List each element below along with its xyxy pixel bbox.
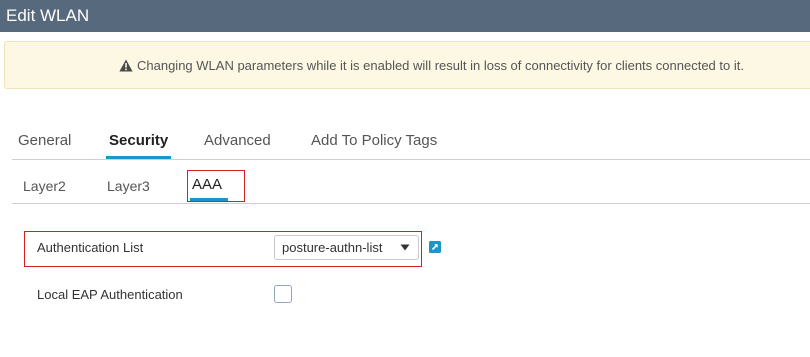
subtab-layer2[interactable]: Layer2 — [23, 178, 66, 194]
warning-triangle-icon — [119, 59, 133, 72]
tabs-divider — [12, 159, 810, 160]
tab-add-to-policy-tags[interactable]: Add To Policy Tags — [311, 132, 437, 150]
warning-banner: Changing WLAN parameters while it is ena… — [4, 41, 810, 89]
authentication-list-value: posture-authn-list — [282, 240, 383, 255]
local-eap-authentication-checkbox[interactable] — [274, 285, 292, 303]
local-eap-authentication-label: Local EAP Authentication — [37, 287, 183, 302]
authentication-list-select[interactable]: posture-authn-list — [274, 235, 419, 260]
aaa-highlight-box — [187, 170, 245, 202]
warning-message: Changing WLAN parameters while it is ena… — [119, 58, 744, 74]
subtab-layer3[interactable]: Layer3 — [107, 178, 150, 194]
tab-security-label: Security — [109, 132, 169, 149]
warning-text: Changing WLAN parameters while it is ena… — [137, 58, 744, 73]
tab-general[interactable]: General — [18, 132, 71, 150]
page-title: Edit WLAN — [6, 6, 90, 25]
subtabs-divider — [12, 203, 810, 204]
tab-advanced[interactable]: Advanced — [204, 132, 271, 150]
tab-security[interactable]: Security — [106, 132, 172, 159]
security-subtabs: Layer2 Layer3 AAA — [0, 170, 810, 204]
authentication-list-label: Authentication List — [37, 240, 144, 255]
external-link-icon[interactable] — [429, 241, 441, 253]
chevron-down-icon — [400, 244, 410, 251]
main-tabs: General Security Advanced Add To Policy … — [0, 124, 810, 160]
title-bar: Edit WLAN — [0, 0, 810, 32]
